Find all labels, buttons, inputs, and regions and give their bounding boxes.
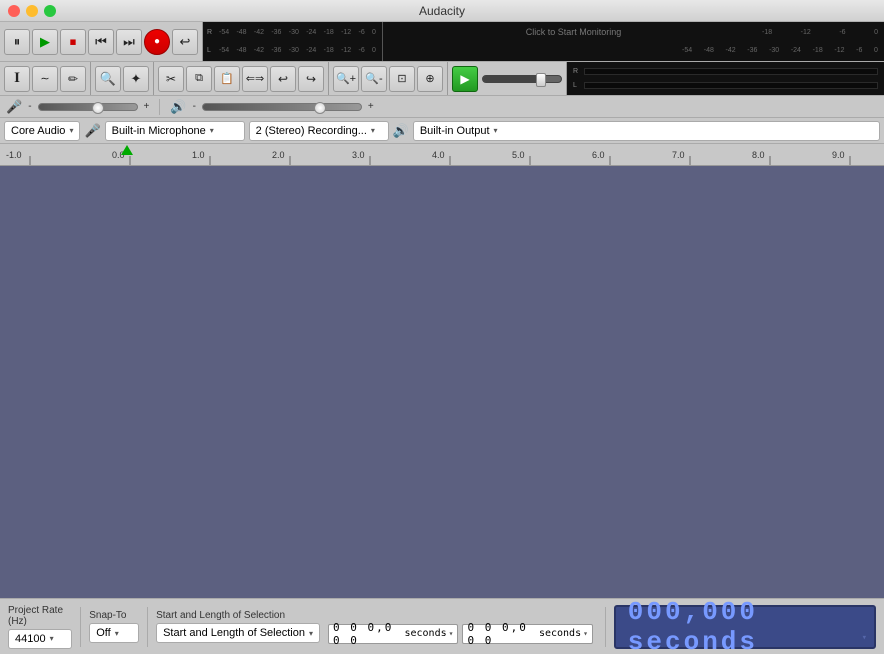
time-length-field[interactable]: 0 0 0,0 0 0 seconds ▾ <box>462 624 592 644</box>
record-button[interactable]: ● <box>144 29 170 55</box>
playback-section: ▶ <box>448 62 567 95</box>
snap-to-label: Snap-To <box>89 610 139 621</box>
playback-vu-panel[interactable]: Click to Start Monitoring -18 -12 -6 0 -… <box>383 22 884 61</box>
zoom-tools-section: 🔍 ✦ <box>91 62 154 95</box>
mic-level-slider[interactable] <box>38 103 138 111</box>
speaker-level-plus[interactable]: + <box>368 101 374 112</box>
toolbar-row2: I ∼ ✏ 🔍 ✦ ✂ ⧉ 📋 ⇐⇒ ↩ ↪ 🔍+ 🔍- <box>0 62 884 96</box>
skip-fwd-button[interactable]: ⏭ <box>116 29 142 55</box>
output-icon: 🔊 <box>393 123 409 139</box>
svg-text:3.0: 3.0 <box>352 150 365 160</box>
stop-button[interactable]: ⏹ <box>60 29 86 55</box>
copy-button[interactable]: ⧉ <box>186 66 212 92</box>
output-device-select[interactable]: Built-in Output ▾ <box>413 121 880 141</box>
project-rate-label: Project Rate (Hz) <box>8 605 72 627</box>
zoom-sel-button[interactable]: ⊕ <box>417 66 443 92</box>
svg-text:8.0: 8.0 <box>752 150 765 160</box>
timeline-ruler: -1.0 0.0 1.0 2.0 3.0 4.0 5.0 6.0 7.0 8.0… <box>0 144 884 166</box>
minimize-button[interactable] <box>26 5 38 17</box>
trim-button[interactable]: ⇐⇒ <box>242 66 268 92</box>
click-to-monitor: Click to Start Monitoring <box>387 27 760 37</box>
maximize-button[interactable] <box>44 5 56 17</box>
draw-tool-button[interactable]: ✏ <box>60 66 86 92</box>
toolbar-area: ⏸ ▶ ⏹ ⏮ ⏭ ● ↩ R -54 -48 -42 -36 <box>0 22 884 144</box>
speaker-level-minus[interactable]: - <box>193 101 196 112</box>
svg-text:7.0: 7.0 <box>672 150 685 160</box>
level-sliders-row: 🎤 - + 🔊 - + <box>0 96 884 118</box>
selection-tool-button[interactable]: I <box>4 66 30 92</box>
app-title: Audacity <box>419 4 465 18</box>
project-rate-section: Project Rate (Hz) 44100 ▾ <box>8 605 72 649</box>
loop-button[interactable]: ↩ <box>172 29 198 55</box>
device-row: Core Audio ▾ 🎤 Built-in Microphone ▾ 2 (… <box>0 118 884 144</box>
redo-button[interactable]: ↪ <box>298 66 324 92</box>
snap-to-select[interactable]: Off ▾ <box>89 623 139 643</box>
project-rate-select[interactable]: 44100 ▾ <box>8 629 72 649</box>
pause-button[interactable]: ⏸ <box>4 29 30 55</box>
edit-tools-section: ✂ ⧉ 📋 ⇐⇒ ↩ ↪ <box>154 62 329 95</box>
skip-back-button[interactable]: ⏮ <box>88 29 114 55</box>
mic-icon: 🎤 <box>84 123 100 139</box>
large-time-display: 000,000 seconds ▾ <box>614 605 876 649</box>
play-at-speed-button[interactable]: ▶ <box>452 66 478 92</box>
selection-label: Start and Length of Selection <box>156 610 320 621</box>
play-button[interactable]: ▶ <box>32 29 58 55</box>
undo-button[interactable]: ↩ <box>270 66 296 92</box>
speaker-level-icon: 🔊 <box>170 99 186 115</box>
time-start-field[interactable]: 0 0 0,0 0 0 seconds ▾ <box>328 624 458 644</box>
svg-text:9.0: 9.0 <box>832 150 845 160</box>
envelope-tool-button[interactable]: ∼ <box>32 66 58 92</box>
zoom-buttons-section: 🔍+ 🔍- ⊡ ⊕ <box>329 62 448 95</box>
playback-speed-slider[interactable] <box>482 75 562 83</box>
snap-to-section: Snap-To Off ▾ <box>89 610 139 643</box>
toolbar-row1: ⏸ ▶ ⏹ ⏮ ⏭ ● ↩ R -54 -48 -42 -36 <box>0 22 884 62</box>
svg-text:2.0: 2.0 <box>272 150 285 160</box>
tools-section: I ∼ ✏ <box>0 62 91 95</box>
zoom-in-button[interactable]: 🔍+ <box>333 66 359 92</box>
multi-tool-button[interactable]: ✦ <box>123 66 149 92</box>
audio-canvas[interactable] <box>0 166 884 598</box>
selection-section: Start and Length of Selection Start and … <box>156 610 320 643</box>
transport-section: ⏸ ▶ ⏹ ⏮ ⏭ ● ↩ <box>0 22 203 61</box>
channels-select[interactable]: 2 (Stereo) Recording... ▾ <box>249 121 389 141</box>
audio-host-select[interactable]: Core Audio ▾ <box>4 121 80 141</box>
cut-button[interactable]: ✂ <box>158 66 184 92</box>
title-bar: Audacity <box>0 0 884 22</box>
zoom-out-button[interactable]: 🔍- <box>361 66 387 92</box>
vu-row2-panel: R L <box>567 62 884 95</box>
svg-text:6.0: 6.0 <box>592 150 605 160</box>
zoom-fit-button[interactable]: ⊡ <box>389 66 415 92</box>
close-button[interactable] <box>8 5 20 17</box>
svg-text:5.0: 5.0 <box>512 150 525 160</box>
mic-level-minus[interactable]: - <box>28 101 31 112</box>
status-bar: Project Rate (Hz) 44100 ▾ Snap-To Off ▾ … <box>0 598 884 654</box>
input-device-select[interactable]: Built-in Microphone ▾ <box>105 121 245 141</box>
paste-button[interactable]: 📋 <box>214 66 240 92</box>
svg-text:4.0: 4.0 <box>432 150 445 160</box>
speaker-level-slider[interactable] <box>202 103 362 111</box>
record-vu-panel: R -54 -48 -42 -36 -30 -24 -18 -12 -6 0 <box>203 22 383 61</box>
mic-level-plus[interactable]: + <box>144 101 150 112</box>
mic-level-icon: 🎤 <box>6 99 22 115</box>
selection-mode-select[interactable]: Start and Length of Selection ▾ <box>156 623 320 643</box>
zoom-tool-button[interactable]: 🔍 <box>95 66 121 92</box>
svg-text:1.0: 1.0 <box>192 150 205 160</box>
svg-text:-1.0: -1.0 <box>6 150 22 160</box>
